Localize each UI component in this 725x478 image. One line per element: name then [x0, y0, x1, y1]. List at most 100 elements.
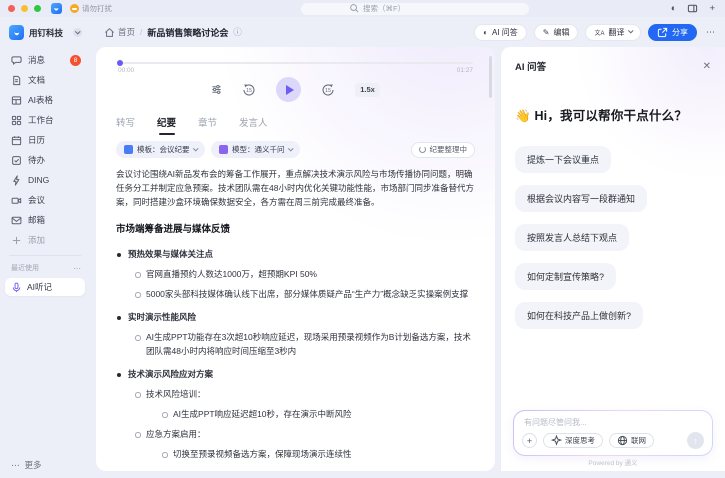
- workspace-chevron-icon[interactable]: [73, 28, 82, 37]
- sidebar-item-mail[interactable]: 邮箱: [0, 210, 90, 230]
- progress-handle[interactable]: [117, 60, 123, 66]
- workspace-name: 用钉科技: [29, 27, 63, 39]
- close-icon[interactable]: ✕: [703, 61, 711, 72]
- zoom-window-button[interactable]: [34, 5, 41, 12]
- chevron-down-icon: [193, 146, 198, 151]
- calendar-icon: [11, 135, 22, 146]
- forward-15-icon[interactable]: 15: [321, 83, 335, 97]
- ai-greeting: 👋 Hi，我可以帮你干点什么？: [515, 105, 711, 124]
- table-icon: [11, 95, 22, 106]
- grid-icon: [11, 115, 22, 126]
- info-icon[interactable]: ⓘ: [233, 26, 242, 38]
- ai-qa-button[interactable]: ◐ AI 问答: [474, 24, 527, 41]
- workspace-logo: [9, 25, 24, 40]
- app-window: 请勿打扰 ◐ + 用钉科技 消息 8: [0, 0, 725, 478]
- breadcrumb-separator: /: [140, 27, 142, 37]
- sidebar-item-meeting[interactable]: 会议: [0, 190, 90, 210]
- powered-by-label: Powered by 通义: [501, 457, 725, 467]
- panel-toggle-icon[interactable]: [687, 3, 698, 14]
- ai-qa-icon: ◐: [483, 28, 488, 37]
- bullet-item: 实时演示性能风险: [116, 310, 475, 324]
- player-controls: 15 15 1.5x: [96, 77, 495, 102]
- playback-speed-button[interactable]: 1.5x: [355, 83, 380, 97]
- tab-speakers[interactable]: 发言人: [239, 115, 268, 135]
- sidebar-item-label: 邮箱: [28, 214, 45, 226]
- tab-minutes[interactable]: 纪要: [157, 115, 176, 135]
- do-not-disturb-status[interactable]: 请勿打扰: [70, 3, 112, 14]
- recent-section-title: 最近使用: [11, 263, 39, 273]
- sidebar-item-messages[interactable]: 消息 8: [0, 50, 90, 70]
- chat-icon: [11, 55, 22, 66]
- recent-more-icon[interactable]: ⋯: [73, 264, 81, 273]
- template-select[interactable]: 模板：会议纪要: [116, 141, 205, 158]
- suggestion-chip[interactable]: 按照发言人总结下观点: [515, 224, 629, 251]
- web-search-label: 联网: [631, 435, 646, 446]
- do-not-disturb-icon: [70, 4, 79, 13]
- share-button[interactable]: 分享: [648, 24, 697, 41]
- breadcrumb: 首页 / 新品销售策略讨论会 ⓘ: [104, 26, 242, 39]
- web-search-button[interactable]: 联网: [609, 433, 654, 448]
- tab-transcript[interactable]: 转写: [116, 115, 135, 135]
- elapsed-time: 00:00: [118, 67, 134, 74]
- sidebar-item-label: 待办: [28, 154, 45, 166]
- sidebar-item-label: 日历: [28, 134, 45, 146]
- sidebar-item-ding[interactable]: DING: [0, 170, 90, 190]
- minutes-status[interactable]: 纪要整理中: [411, 142, 476, 158]
- document-icon: [11, 75, 22, 86]
- sidebar-add-button[interactable]: 添加: [0, 230, 90, 250]
- rewind-15-icon[interactable]: 15: [242, 83, 256, 97]
- global-search[interactable]: [301, 3, 529, 15]
- sidebar-item-todo[interactable]: 待办: [0, 150, 90, 170]
- sidebar-item-ai-transcribe[interactable]: AI听记: [5, 278, 85, 296]
- theme-toggle-icon[interactable]: ◐: [671, 4, 677, 14]
- send-button[interactable]: ↑: [687, 432, 704, 449]
- close-window-button[interactable]: [8, 5, 15, 12]
- scrollbar-thumb[interactable]: [489, 56, 492, 98]
- total-duration: 01:27: [457, 67, 473, 74]
- audio-progress-bar[interactable]: [118, 62, 473, 64]
- equalizer-icon[interactable]: [211, 84, 222, 95]
- suggestion-chip[interactable]: 如何在科技产品上做创新?: [515, 302, 643, 329]
- deep-think-label: 深度思考: [565, 435, 595, 446]
- suggestion-chip[interactable]: 如何定制宣传策略?: [515, 263, 616, 290]
- sidebar-item-label: DING: [28, 175, 49, 185]
- sidebar-item-label: 工作台: [28, 114, 54, 126]
- translate-label: 翻译: [609, 27, 625, 38]
- wave-emoji: 👋: [515, 109, 531, 123]
- sidebar-item-calendar[interactable]: 日历: [0, 130, 90, 150]
- greeting-text: Hi，我可以帮你干点什么？: [534, 109, 687, 123]
- minimize-window-button[interactable]: [21, 5, 28, 12]
- ai-input-box: + 深度思考 联网 ↑: [513, 410, 713, 456]
- sidebar-item-ai-table[interactable]: AI表格: [0, 90, 90, 110]
- ai-question-input[interactable]: [514, 411, 712, 427]
- minutes-summary: 会议讨论围绕AI新品发布会的筹备工作展开，重点解决技术演示风险与市场传播协同问题…: [116, 167, 475, 209]
- sidebar-item-label: AI表格: [28, 94, 53, 106]
- dingtalk-app-icon: [51, 3, 62, 14]
- new-window-icon[interactable]: +: [709, 4, 715, 14]
- suggestion-chip[interactable]: 提炼一下会议重点: [515, 146, 611, 173]
- window-controls: [8, 5, 41, 12]
- model-select[interactable]: 模型：通义千问: [211, 141, 300, 158]
- workspace-switcher[interactable]: 用钉科技: [0, 17, 90, 40]
- sidebar-divider: [9, 255, 81, 256]
- sidebar-item-label: 文档: [28, 74, 45, 86]
- todo-check-icon: [11, 155, 22, 166]
- suggestion-chip[interactable]: 根据会议内容写一段群通知: [515, 185, 647, 212]
- play-button[interactable]: [276, 77, 301, 102]
- attach-plus-button[interactable]: +: [522, 433, 537, 448]
- tab-chapters[interactable]: 章节: [198, 115, 217, 135]
- sidebar-item-docs[interactable]: 文档: [0, 70, 90, 90]
- deep-think-button[interactable]: 深度思考: [543, 433, 603, 448]
- search-input[interactable]: [363, 4, 513, 13]
- edit-button[interactable]: ✎ 编辑: [534, 24, 579, 41]
- model-icon: [219, 145, 228, 154]
- sidebar-item-workbench[interactable]: 工作台: [0, 110, 90, 130]
- sidebar-more-button[interactable]: ⋯ 更多: [11, 459, 42, 471]
- toolbar-more-icon[interactable]: ⋯: [706, 27, 715, 38]
- bullet-subitem: 官网直播预约人数达1000万，超预期KPI 50%: [134, 267, 475, 281]
- sidebar-add-label: 添加: [28, 234, 45, 246]
- breadcrumb-home[interactable]: 首页: [104, 26, 135, 38]
- translate-button[interactable]: 文A 翻译: [585, 24, 641, 41]
- minutes-panel: 00:00 01:27 15 15 1.5x 转写 纪要 章节 发言人 模板：会…: [96, 47, 495, 471]
- edit-icon: ✎: [543, 28, 550, 37]
